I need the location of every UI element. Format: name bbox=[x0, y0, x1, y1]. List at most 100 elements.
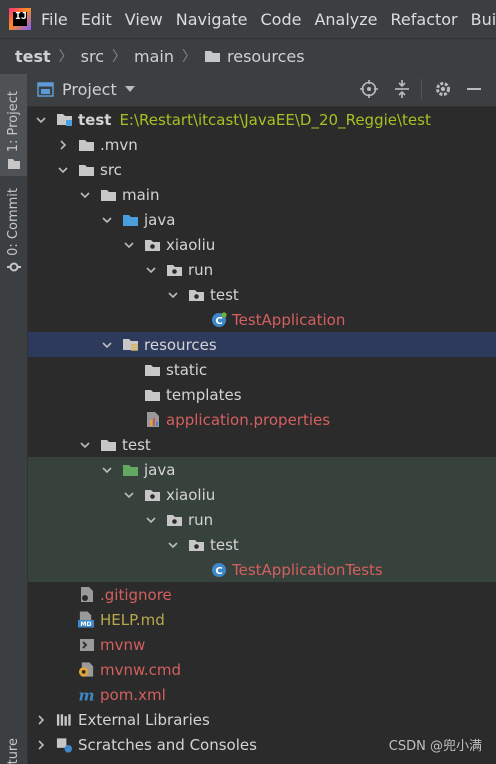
tree-row[interactable]: main bbox=[28, 182, 496, 207]
markdown-file-icon: MD bbox=[78, 611, 95, 628]
tree-label: HELP.md bbox=[100, 610, 165, 629]
scratches-icon bbox=[56, 737, 73, 753]
expand-arrow-down-icon[interactable] bbox=[144, 263, 158, 277]
svg-text:C: C bbox=[215, 316, 222, 327]
no-arrow bbox=[56, 688, 70, 702]
menu-build[interactable]: Build bbox=[471, 10, 496, 29]
tool-tab-commit[interactable]: 0: Commit bbox=[0, 186, 27, 274]
package-icon bbox=[188, 287, 205, 303]
no-arrow bbox=[188, 563, 202, 577]
menu-analyze[interactable]: Analyze bbox=[314, 10, 377, 29]
tree-row[interactable]: templates bbox=[28, 382, 496, 407]
breadcrumb-item-resources[interactable]: resources bbox=[204, 47, 305, 66]
tree-row[interactable]: run bbox=[28, 257, 496, 282]
tree-row[interactable]: External Libraries bbox=[28, 707, 496, 732]
folder-icon bbox=[100, 187, 117, 203]
project-view-selector[interactable]: Project bbox=[37, 80, 135, 99]
expand-arrow-down-icon[interactable] bbox=[166, 538, 180, 552]
tree-row[interactable]: application.properties bbox=[28, 407, 496, 432]
no-arrow bbox=[56, 588, 70, 602]
tree-row[interactable]: test bbox=[28, 532, 496, 557]
gear-icon[interactable] bbox=[434, 80, 452, 102]
tree-label: templates bbox=[166, 385, 242, 404]
expand-arrow-down-icon[interactable] bbox=[78, 188, 92, 202]
tree-row[interactable]: src bbox=[28, 157, 496, 182]
tree-row[interactable]: test E:\Restart\itcast\JavaEE\D_20_Reggie… bbox=[28, 107, 496, 132]
tree-label: main bbox=[122, 185, 160, 204]
tree-row[interactable]: .gitignore bbox=[28, 582, 496, 607]
tree-row[interactable]: java bbox=[28, 457, 496, 482]
breadcrumb-item-src[interactable]: src bbox=[81, 47, 104, 66]
menu-view[interactable]: View bbox=[125, 10, 163, 29]
tool-tab-structure[interactable]: ture bbox=[0, 734, 27, 764]
chevron-right-icon: 〉 bbox=[58, 49, 73, 65]
watermark: CSDN @兜小满 bbox=[388, 739, 482, 754]
hide-icon[interactable] bbox=[465, 80, 483, 102]
menu-edit[interactable]: Edit bbox=[81, 10, 112, 29]
package-icon bbox=[166, 262, 183, 278]
expand-arrow-down-icon[interactable] bbox=[100, 463, 114, 477]
folder-icon bbox=[100, 437, 117, 453]
breadcrumb-item-test[interactable]: test bbox=[15, 47, 51, 66]
tree-row[interactable]: java bbox=[28, 207, 496, 232]
tree-label: src bbox=[100, 160, 122, 179]
tree-row[interactable]: mvnw bbox=[28, 632, 496, 657]
tool-tab-project[interactable]: 1: Project bbox=[0, 74, 27, 176]
expand-arrow-down-icon[interactable] bbox=[122, 238, 136, 252]
expand-arrow-right-icon[interactable] bbox=[56, 138, 70, 152]
expand-arrow-down-icon[interactable] bbox=[56, 163, 70, 177]
menu-code[interactable]: Code bbox=[261, 10, 302, 29]
tree-row[interactable]: xiaoliu bbox=[28, 232, 496, 257]
maven-file-icon: m bbox=[78, 687, 95, 703]
no-arrow bbox=[122, 413, 136, 427]
tree-label: test bbox=[78, 110, 112, 129]
tree-row[interactable]: m pom.xml bbox=[28, 682, 496, 707]
tree-row[interactable]: test bbox=[28, 432, 496, 457]
tree-label: TestApplication bbox=[232, 310, 346, 329]
tree-row[interactable]: run bbox=[28, 507, 496, 532]
tree-row[interactable]: resources bbox=[28, 332, 496, 357]
menu-file[interactable]: File bbox=[41, 10, 68, 29]
expand-arrow-down-icon[interactable] bbox=[122, 488, 136, 502]
class-icon: C bbox=[210, 562, 227, 578]
tree-row[interactable]: MD HELP.md bbox=[28, 607, 496, 632]
menu-refactor[interactable]: Refactor bbox=[391, 10, 458, 29]
tree-row[interactable]: test bbox=[28, 282, 496, 307]
folder-icon bbox=[144, 362, 161, 378]
expand-arrow-right-icon[interactable] bbox=[34, 713, 48, 727]
intellij-logo-icon[interactable]: IJ bbox=[9, 8, 31, 30]
expand-arrow-down-icon[interactable] bbox=[144, 513, 158, 527]
tree-row[interactable]: C TestApplication bbox=[28, 307, 496, 332]
breadcrumb-item-main[interactable]: main bbox=[134, 47, 174, 66]
spring-class-icon: C bbox=[210, 311, 227, 328]
tree-label: xiaoliu bbox=[166, 485, 216, 504]
no-arrow bbox=[122, 388, 136, 402]
expand-arrow-down-icon[interactable] bbox=[166, 288, 180, 302]
expand-arrow-right-icon[interactable] bbox=[34, 738, 48, 752]
tree-label: External Libraries bbox=[78, 710, 210, 729]
collapse-all-icon[interactable] bbox=[393, 80, 411, 102]
expand-arrow-down-icon[interactable] bbox=[78, 438, 92, 452]
package-icon bbox=[144, 237, 161, 253]
tree-label: application.properties bbox=[166, 410, 331, 429]
tree-row[interactable]: xiaoliu bbox=[28, 482, 496, 507]
tree-row[interactable]: .mvn bbox=[28, 132, 496, 157]
tool-tab-label: 0: Commit bbox=[6, 188, 21, 256]
package-icon bbox=[144, 487, 161, 503]
expand-arrow-down-icon[interactable] bbox=[34, 113, 48, 127]
expand-arrow-down-icon[interactable] bbox=[100, 338, 114, 352]
expand-arrow-down-icon[interactable] bbox=[100, 213, 114, 227]
tree-label: java bbox=[144, 460, 176, 479]
menu-bar: IJ File Edit View Navigate Code Analyze … bbox=[0, 0, 496, 38]
tree-row[interactable]: mvnw.cmd bbox=[28, 657, 496, 682]
menu-navigate[interactable]: Navigate bbox=[176, 10, 248, 29]
folder-icon bbox=[78, 137, 95, 153]
tree-label: static bbox=[166, 360, 208, 379]
project-panel-header: Project bbox=[27, 72, 496, 107]
locate-icon[interactable] bbox=[360, 80, 378, 102]
tree-row[interactable]: static bbox=[28, 357, 496, 382]
tree-label: mvnw bbox=[100, 635, 146, 654]
tree-row[interactable]: C TestApplicationTests bbox=[28, 557, 496, 582]
tree-label: .mvn bbox=[100, 135, 138, 154]
tool-tab-label: 1: Project bbox=[6, 90, 21, 152]
